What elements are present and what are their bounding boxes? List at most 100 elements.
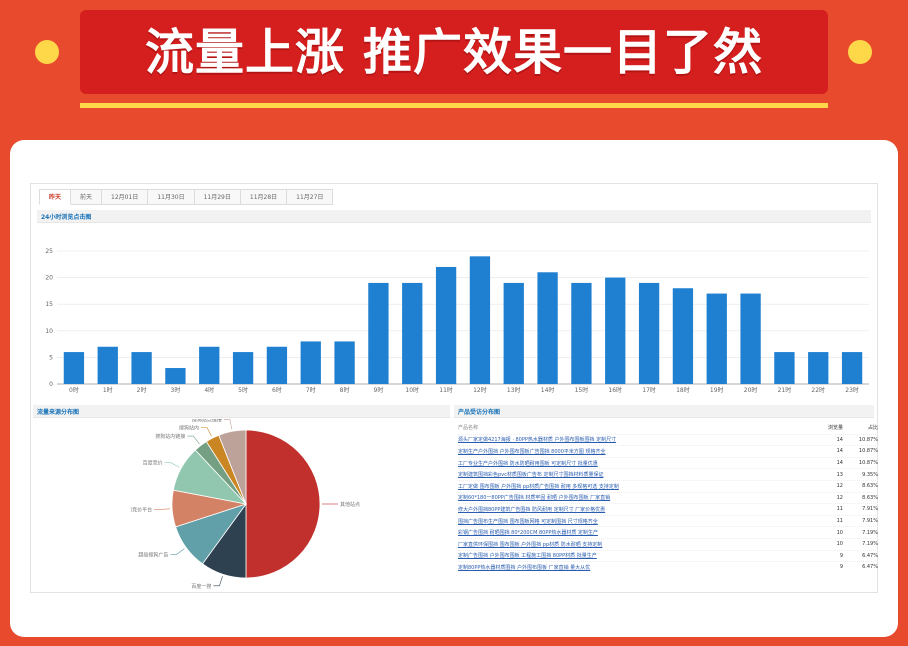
views-cell: 9 (839, 564, 843, 571)
source-section-header: 流量来源分布图 (33, 405, 450, 418)
bar (808, 352, 829, 384)
table-row: 工厂定做 围布围板 户外围挡 pp材质广告围挡 耐用 多规格可选 支持定制 12 8… (458, 479, 878, 492)
bar (402, 282, 423, 384)
x-tick-label: 9时 (374, 386, 384, 394)
y-tick-label: 0 (49, 381, 53, 388)
y-tick-label: 15 (45, 301, 53, 308)
views-cell: 12 (836, 483, 843, 490)
table-row: 修大户外围挡80PP建筑广告围挡 防风耐用 定制尺寸 厂家价格优惠 11 7.91% (458, 503, 878, 515)
x-tick-label: 6时 (272, 386, 282, 394)
product-link[interactable]: 围挡广告围布生产围挡 围布围板网格 可定制围挡 尺寸规格齐全 (458, 518, 803, 525)
y-tick-label: 10 (45, 328, 53, 335)
product-link[interactable]: 定制80PP热水器材质围挡 户外围布围板 厂家直销 量大从优 (458, 564, 803, 571)
date-tabs: 昨天 前天 12月01日 11月30日 11月29日 11月28日 11月27日 (39, 189, 334, 205)
y-tick-label: 25 (45, 248, 53, 255)
x-tick-label: 23时 (845, 386, 859, 394)
x-tick-label: 18时 (676, 386, 690, 394)
product-link[interactable]: 源头厂家定做4217海报 · 80PP热水器材质 户外围布围板围挡 定制尺寸 (458, 436, 803, 443)
pie-label-line (154, 508, 171, 510)
table-row: 定制生产户外围挡 户外围布围板广告围挡 8000平米方图 规格齐全 14 10.87… (458, 445, 878, 457)
bar (435, 266, 457, 384)
right-yellow-dot (848, 40, 872, 64)
pie-label-line (223, 419, 233, 430)
x-tick-label: 2时 (137, 386, 147, 394)
table-row: 厂家直供环保围挡 围布围板 户外围挡 pp材质 防水耐晒 支持定制 10 7.19% (458, 537, 878, 550)
tab-nov-30[interactable]: 11月30日 (148, 189, 195, 205)
bar (740, 293, 761, 384)
views-cell: 10 (836, 529, 843, 536)
views-cell: 13 (836, 471, 843, 478)
x-tick-label: 13时 (507, 386, 521, 394)
left-yellow-dot (35, 40, 59, 64)
header-product-name: 产品名称 (458, 425, 479, 432)
table-row: 定制建筑围挡彩色pvc材质围板广告布 定制尺寸围挡材料质量保证 13 9.35% (458, 468, 878, 480)
hourly-section-header: 24小时浏览点击图 (37, 210, 871, 223)
views-cell: 9 (839, 552, 843, 559)
pie-slice-label: 其他站点 (340, 501, 360, 508)
table-row: 工厂专业生产户外围挡 防水防晒耐用围板 可定制尺寸 批量优惠 14 10.87% (458, 456, 878, 469)
x-tick-label: 10时 (405, 386, 419, 394)
pie-slice-label: 搜狗竞价平台 (131, 506, 152, 513)
x-tick-label: 11时 (439, 386, 453, 394)
x-tick-label: 5时 (238, 386, 248, 394)
pie-slice-label: 搜狗站内 (179, 424, 199, 431)
x-tick-label: 14时 (541, 386, 555, 394)
ratio-cell: 6.47% (862, 564, 878, 571)
y-tick-label: 5 (49, 354, 53, 361)
bar (706, 293, 727, 384)
product-table: 产品名称 浏览量 占比 源头厂家定做4217海报 · 80PP热水器材质 户外围… (458, 422, 878, 573)
x-tick-label: 15时 (575, 386, 589, 394)
bar (368, 282, 389, 384)
views-cell: 14 (836, 436, 843, 443)
views-cell: 10 (836, 541, 843, 548)
bar (503, 282, 524, 384)
header-ratio: 占比 (867, 425, 878, 432)
headline-banner: 流量上涨 推广效果一目了然 (80, 10, 828, 108)
bar (199, 346, 220, 384)
product-link[interactable]: 厂家直供环保围挡 围布围板 户外围挡 pp材质 防水耐晒 支持定制 (458, 541, 803, 548)
x-tick-label: 12时 (473, 386, 487, 394)
bar (232, 352, 254, 384)
stats-panel: 昨天 前天 12月01日 11月30日 11月29日 11月28日 11月27日… (30, 183, 878, 593)
headline-text: 流量上涨 推广效果一目了然 (144, 24, 764, 81)
tab-day-before[interactable]: 前天 (71, 189, 103, 205)
product-link[interactable]: 定制广告围挡 户外围布围板 工程施工围挡 80PP材质 批量生产 (458, 552, 803, 559)
product-section-header: 产品受访分布图 (454, 405, 874, 418)
x-tick-label: 17时 (642, 386, 656, 394)
tab-dec-01[interactable]: 12月01日 (102, 189, 149, 205)
ratio-cell: 10.87% (858, 436, 878, 443)
product-link[interactable]: 定制60*180一80PP广告围挡 材质牢固 耐晒 户外围布围板 厂家直销 (458, 494, 803, 501)
bar (638, 282, 660, 384)
product-link[interactable]: 修大户外围挡80PP建筑广告围挡 防风耐用 定制尺寸 厂家价格优惠 (458, 506, 803, 513)
ratio-cell: 7.19% (862, 529, 878, 536)
tab-nov-29[interactable]: 11月29日 (194, 189, 241, 205)
tab-nov-27[interactable]: 11月27日 (287, 189, 334, 205)
pie-label-line (170, 548, 185, 555)
ratio-cell: 6.47% (862, 552, 878, 559)
table-row: 彩钢广告围挡 耐晒围挡 80*200CM 80PP热水器材质 定制生产 10 7.1… (458, 526, 878, 538)
tab-yesterday[interactable]: 昨天 (39, 189, 72, 205)
tab-nov-28[interactable]: 11月28日 (240, 189, 288, 205)
x-tick-label: 7时 (306, 386, 316, 394)
hourly-bar-chart: 0 5 10 15 20 25 0时 1时 2时 3时 4时 5时 6时 7时 8时 9时 10时 11时 12时 1… (45, 248, 869, 394)
table-row: 定制广告围挡 户外围布围板 工程施工围挡 80PP材质 批量生产 9 6.47% (458, 549, 878, 562)
x-tick-label: 8时 (340, 386, 350, 394)
product-link[interactable]: 工厂专业生产户外围挡 防水防晒耐用围板 可定制尺寸 批量优惠 (458, 460, 803, 467)
table-row: 定制80PP热水器材质围挡 户外围布围板 厂家直销 量大从优 9 6.47% (458, 561, 878, 573)
product-link[interactable]: 彩钢广告围挡 耐晒围挡 80*200CM 80PP热水器材质 定制生产 (458, 529, 803, 536)
views-cell: 11 (836, 518, 843, 525)
pie-label-line (200, 427, 212, 437)
bar (469, 256, 491, 384)
pie-slice-label: 超级搜狗广告 (138, 552, 168, 559)
bar (165, 368, 186, 384)
product-table-header: 产品名称 浏览量 占比 (458, 422, 878, 434)
product-link[interactable]: 定制建筑围挡彩色pvc材质围板广告布 定制尺寸围挡材料质量保证 (458, 471, 803, 478)
product-link[interactable]: 定制生产户外围挡 户外围布围板广告围挡 8000平米方图 规格齐全 (458, 448, 803, 455)
pie-slice-label: 搜狗站点链接 (192, 419, 222, 424)
product-link[interactable]: 工厂定做 围布围板 户外围挡 pp材质广告围挡 耐用 多规格可选 支持定制 (458, 483, 803, 490)
bar (672, 288, 694, 384)
bar (63, 352, 85, 384)
pie-slice-label: 搜狗站内链接 (155, 433, 185, 440)
source-pie-chart: 其他站点百度一搜 超级搜狗广告 搜狗竞价平台 百度竞价 搜狗站内链接 搜狗站内搜狗站点链接 (131, 419, 360, 589)
pie-slice-label: 百度竞价 (143, 460, 163, 467)
